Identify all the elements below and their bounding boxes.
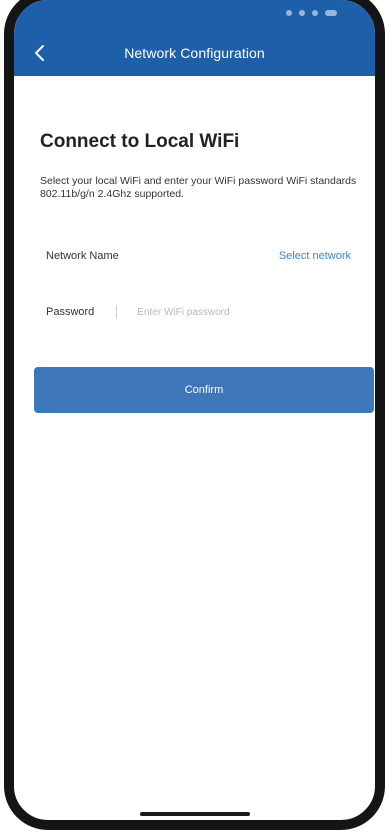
network-name-label: Network Name	[46, 250, 119, 262]
network-name-row: Network Name Select network	[46, 246, 359, 266]
password-row: Password	[46, 302, 359, 322]
password-input[interactable]	[137, 306, 298, 318]
phone-frame: Network Configuration Connect to Local W…	[4, 0, 385, 830]
description-text: Select your local WiFi and enter your Wi…	[40, 175, 357, 200]
password-label: Password	[46, 306, 95, 318]
field-divider	[116, 305, 118, 319]
signal-icon	[286, 10, 292, 16]
confirm-button[interactable]: Confirm	[34, 367, 374, 413]
app-header: Network Configuration	[14, 0, 375, 76]
select-network-link[interactable]: Select network	[279, 250, 351, 262]
status-bar	[286, 10, 337, 16]
page-title: Connect to Local WiFi	[40, 131, 240, 152]
notification-icon	[312, 10, 318, 16]
home-indicator	[139, 812, 250, 816]
wifi-status-icon	[299, 10, 305, 16]
header-title: Network Configuration	[124, 45, 265, 61]
battery-icon	[325, 10, 337, 16]
